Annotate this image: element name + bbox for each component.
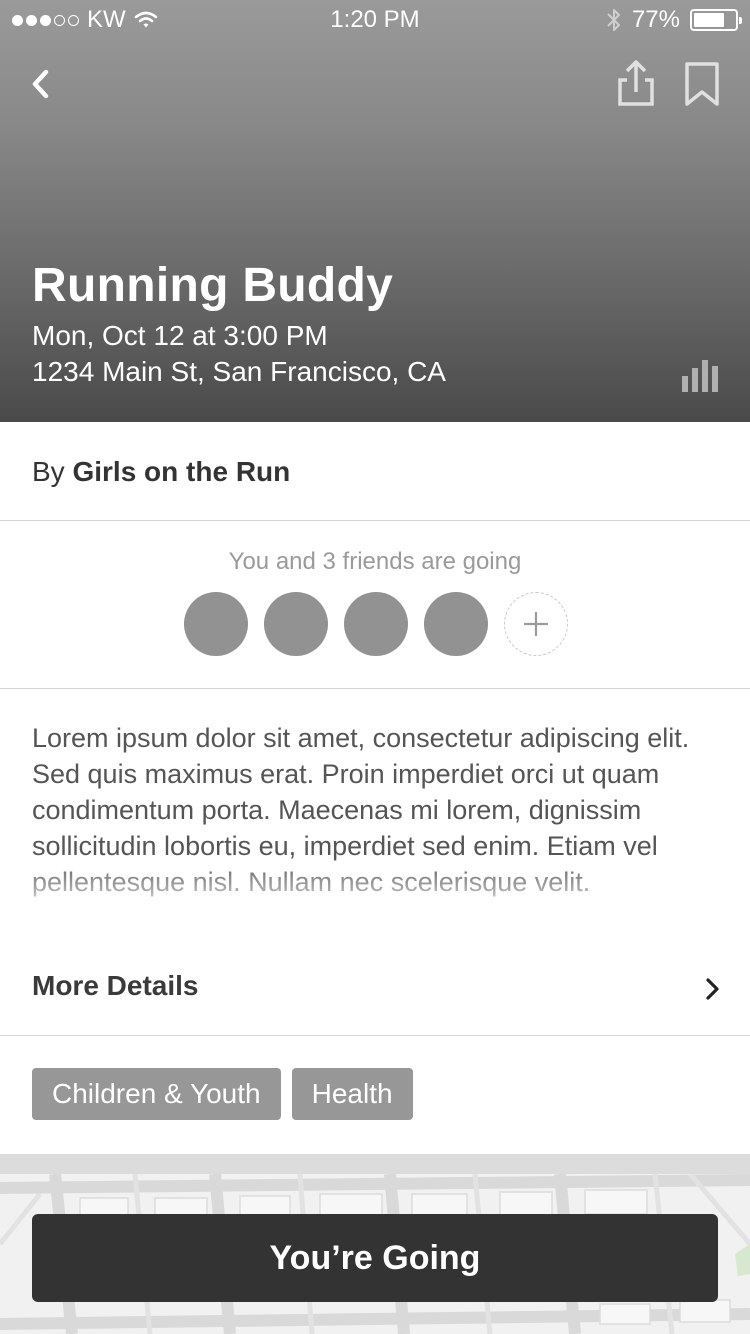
tag-list: Children & Youth Health — [32, 1068, 413, 1120]
back-button[interactable] — [24, 62, 64, 106]
description-fade — [0, 858, 750, 934]
bookmark-button[interactable] — [680, 60, 724, 108]
status-right: 77% — [606, 6, 742, 34]
chevron-left-icon — [32, 69, 49, 99]
event-address: 1234 Main St, San Francisco, CA — [32, 356, 446, 387]
battery-percent: 77% — [631, 6, 680, 33]
bluetooth-icon — [607, 9, 620, 31]
divider — [0, 688, 750, 689]
event-date: Mon, Oct 12 at 3:00 PM — [32, 320, 328, 351]
friends-going-text: You and 3 friends are going — [228, 548, 522, 575]
bar-chart-icon[interactable] — [680, 358, 720, 394]
event-title: Running Buddy — [32, 259, 394, 312]
add-friend-button[interactable] — [504, 592, 568, 656]
chevron-right-icon — [706, 978, 719, 1000]
share-button[interactable] — [612, 58, 660, 108]
organizer[interactable]: By Girls on the Run — [32, 456, 290, 488]
more-details-row[interactable]: More Details — [0, 950, 750, 1026]
bookmark-icon — [685, 62, 719, 106]
divider — [0, 1035, 750, 1036]
avatar[interactable] — [264, 592, 328, 656]
tag-health[interactable]: Health — [291, 1068, 413, 1120]
avatar[interactable] — [344, 592, 408, 656]
divider — [0, 520, 750, 521]
map-separator — [0, 1154, 750, 1174]
youre-going-button[interactable]: You’re Going — [32, 1214, 718, 1302]
more-details-label: More Details — [32, 970, 199, 1001]
tag-children-youth[interactable]: Children & Youth — [32, 1068, 281, 1120]
battery-icon — [690, 9, 742, 31]
organizer-prefix: By — [32, 456, 65, 487]
avatar[interactable] — [184, 592, 248, 656]
plus-icon — [524, 612, 548, 636]
avatar[interactable] — [424, 592, 488, 656]
event-header: KW 1:20 PM 77% Running Buddy Mon, Oct 12… — [0, 0, 750, 422]
share-icon — [618, 60, 654, 106]
friends-avatars — [184, 592, 568, 656]
organizer-name: Girls on the Run — [72, 456, 291, 487]
status-bar: KW 1:20 PM 77% — [0, 0, 750, 40]
